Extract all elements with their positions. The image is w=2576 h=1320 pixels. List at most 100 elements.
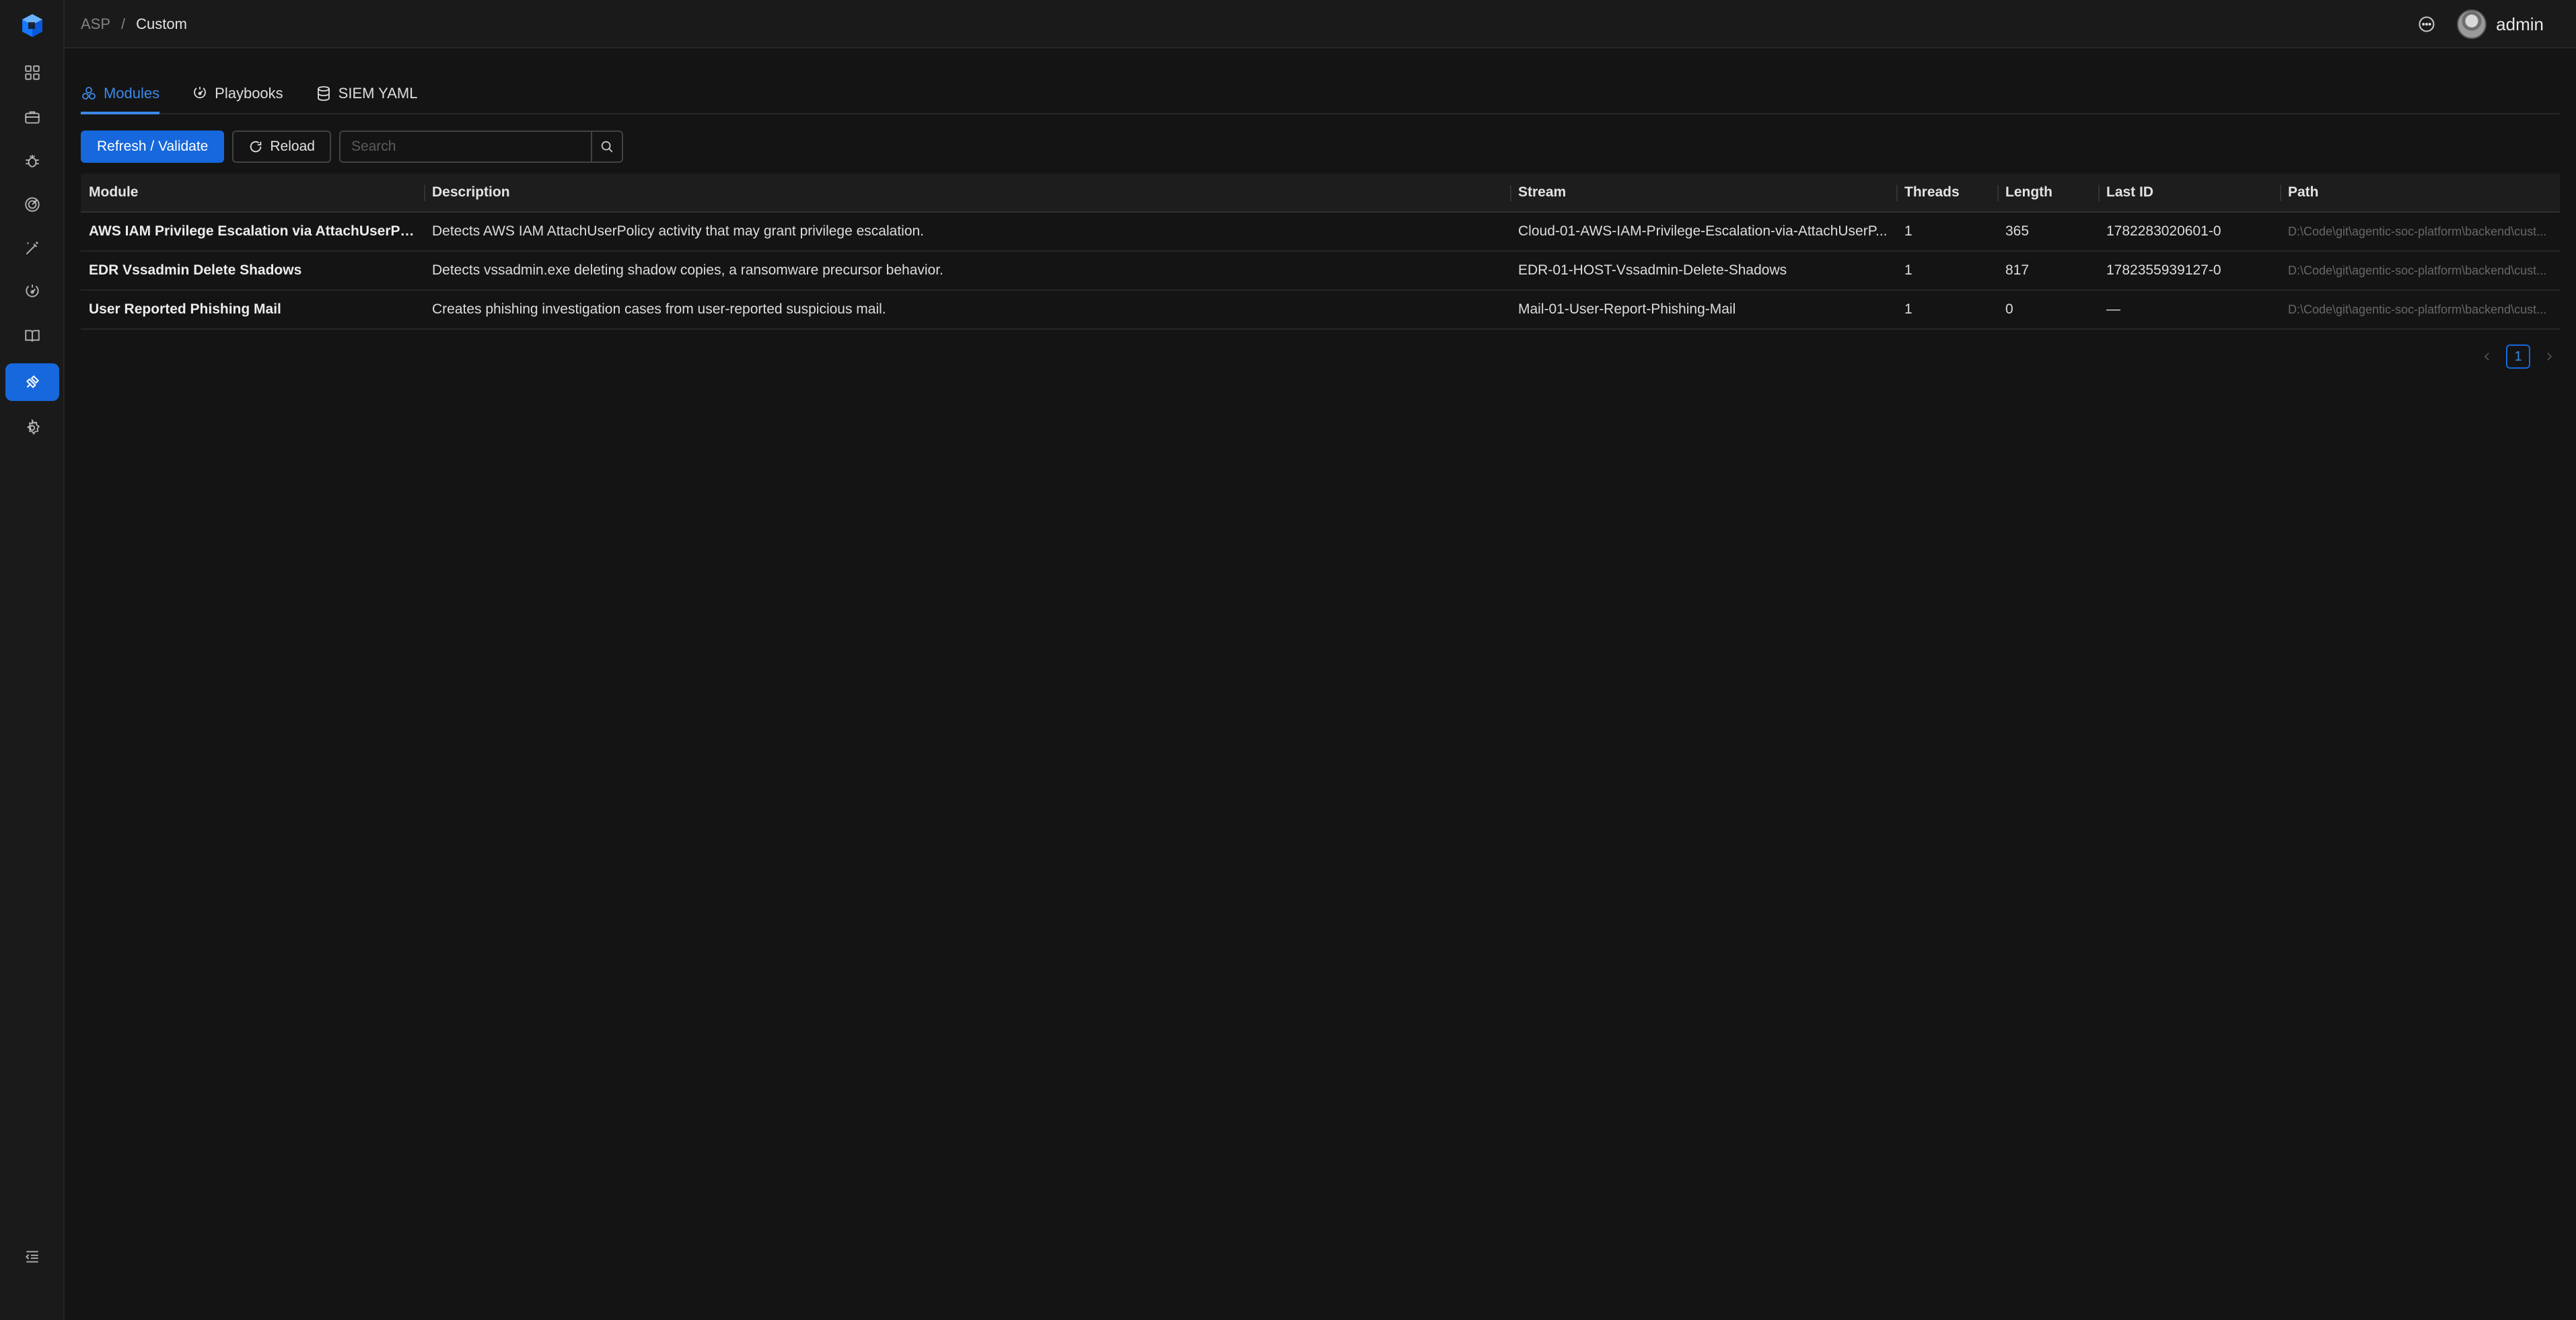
cell-path: D:\Code\git\agentic-soc-platform\backend… xyxy=(2280,213,2560,250)
reload-label: Reload xyxy=(270,139,315,154)
cell-stream: Cloud-01-AWS-IAM-Privilege-Escalation-vi… xyxy=(1510,213,1896,250)
module-stream: Mail-01-User-Report-Phishing-Mail xyxy=(1518,301,1736,317)
module-threads: 1 xyxy=(1904,301,1912,317)
cell-length: 365 xyxy=(1997,213,2098,250)
cell-stream: EDR-01-HOST-Vssadmin-Delete-Shadows xyxy=(1510,252,1896,289)
sidebar-item-settings[interactable] xyxy=(5,409,59,447)
cell-module: AWS IAM Privilege Escalation via AttachU… xyxy=(81,213,424,250)
module-threads: 1 xyxy=(1904,223,1912,239)
column-header-stream: Stream xyxy=(1510,174,1896,211)
tab-modules[interactable]: Modules xyxy=(81,74,160,114)
module-name: User Reported Phishing Mail xyxy=(89,301,281,317)
main-content: Modules Playbooks SIEM YAML Refresh / Va… xyxy=(65,48,2576,1320)
column-header-description: Description xyxy=(424,174,1510,211)
prev-page-button[interactable] xyxy=(2476,344,2498,369)
playbook-icon xyxy=(194,87,207,99)
database-icon xyxy=(317,86,330,101)
chevron-right-icon xyxy=(2547,353,2552,361)
module-name: AWS IAM Privilege Escalation via AttachU… xyxy=(89,223,416,239)
bug-icon xyxy=(26,155,39,168)
sidebar-item-alerts[interactable] xyxy=(5,142,59,180)
sidebar-item-cases[interactable] xyxy=(5,98,59,136)
module-length: 365 xyxy=(2005,223,2030,239)
module-length: 0 xyxy=(2005,301,2013,317)
header-actions: admin xyxy=(2417,0,2544,48)
module-length: 817 xyxy=(2005,262,2030,278)
cell-length: 0 xyxy=(1997,291,2098,328)
module-last-id: 1782355939127-0 xyxy=(2106,262,2221,278)
table-row[interactable]: User Reported Phishing Mail Creates phis… xyxy=(81,291,2560,330)
module-last-id: 1782283020601-0 xyxy=(2106,223,2221,239)
cell-description: Detects AWS IAM AttachUserPolicy activit… xyxy=(424,213,1510,250)
app-logo-icon[interactable] xyxy=(19,12,46,39)
reload-icon xyxy=(250,141,262,153)
sidebar-item-dashboard[interactable] xyxy=(5,54,59,91)
table-row[interactable]: EDR Vssadmin Delete Shadows Detects vssa… xyxy=(81,252,2560,291)
cell-path: D:\Code\git\agentic-soc-platform\backend… xyxy=(2280,252,2560,289)
menu-fold-icon xyxy=(25,1251,38,1263)
user-name: admin xyxy=(2496,13,2544,34)
user-menu[interactable]: admin xyxy=(2457,9,2544,39)
table-row[interactable]: AWS IAM Privilege Escalation via AttachU… xyxy=(81,213,2560,252)
pagination: 1 xyxy=(2476,343,2560,370)
module-description: Detects AWS IAM AttachUserPolicy activit… xyxy=(432,223,925,239)
sidebar-collapse-button[interactable] xyxy=(19,1245,46,1269)
search-icon xyxy=(601,141,613,153)
column-header-last-id: Last ID xyxy=(2098,174,2280,211)
sidebar-item-knowledge[interactable] xyxy=(5,317,59,355)
cell-last-id: — xyxy=(2098,291,2280,328)
module-name: EDR Vssadmin Delete Shadows xyxy=(89,262,302,278)
refresh-validate-button[interactable]: Refresh / Validate xyxy=(81,131,225,163)
breadcrumb-root[interactable]: ASP xyxy=(81,15,110,33)
message-icon[interactable] xyxy=(2417,14,2437,34)
cell-last-id: 1782283020601-0 xyxy=(2098,213,2280,250)
cell-threads: 1 xyxy=(1896,213,1997,250)
cell-description: Creates phishing investigation cases fro… xyxy=(424,291,1510,328)
module-threads: 1 xyxy=(1904,262,1912,278)
sidebar-item-radar[interactable] xyxy=(5,186,59,223)
cell-last-id: 1782355939127-0 xyxy=(2098,252,2280,289)
column-header-path: Path xyxy=(2280,174,2560,211)
module-last-id: — xyxy=(2106,301,2120,317)
sidebar-item-custom[interactable] xyxy=(5,363,59,401)
cell-path: D:\Code\git\agentic-soc-platform\backend… xyxy=(2280,291,2560,328)
magic-wand-icon xyxy=(26,242,38,255)
radar-icon xyxy=(25,197,40,212)
avatar xyxy=(2457,9,2487,39)
breadcrumb-current: Custom xyxy=(136,15,187,32)
modules-table: Module Description Stream Threads Length… xyxy=(81,174,2560,330)
search-button[interactable] xyxy=(590,131,623,163)
tab-label: SIEM YAML xyxy=(338,85,418,102)
table-header: Module Description Stream Threads Length… xyxy=(81,174,2560,213)
tab-siem-yaml[interactable]: SIEM YAML xyxy=(316,74,418,113)
cell-module: EDR Vssadmin Delete Shadows xyxy=(81,252,424,289)
search-input[interactable] xyxy=(338,131,591,163)
sidebar-item-playbooks[interactable] xyxy=(5,273,59,311)
modules-icon xyxy=(82,87,96,100)
breadcrumb-separator: / xyxy=(121,15,126,32)
cell-module: User Reported Phishing Mail xyxy=(81,291,424,328)
module-path: D:\Code\git\agentic-soc-platform\backend… xyxy=(2288,263,2547,277)
gear-icon xyxy=(26,419,40,435)
reload-button[interactable]: Reload xyxy=(232,131,331,163)
module-stream: EDR-01-HOST-Vssadmin-Delete-Shadows xyxy=(1518,262,1787,278)
dashboard-icon xyxy=(25,65,40,80)
page-number-current[interactable]: 1 xyxy=(2506,344,2530,369)
book-icon xyxy=(25,330,40,342)
sidebar-item-tools[interactable] xyxy=(5,229,59,267)
cell-threads: 1 xyxy=(1896,252,1997,289)
tab-label: Modules xyxy=(104,85,160,102)
column-header-length: Length xyxy=(1997,174,2098,211)
plugin-icon xyxy=(26,375,40,389)
top-header: ASP / Custom admin xyxy=(65,0,2576,48)
search-group xyxy=(338,131,623,163)
briefcase-icon xyxy=(25,111,40,124)
cell-description: Detects vssadmin.exe deleting shadow cop… xyxy=(424,252,1510,289)
next-page-button[interactable] xyxy=(2538,344,2560,369)
column-header-threads: Threads xyxy=(1896,174,1997,211)
tab-playbooks[interactable]: Playbooks xyxy=(192,74,283,113)
toolbar: Refresh / Validate Reload xyxy=(81,131,623,163)
cell-stream: Mail-01-User-Report-Phishing-Mail xyxy=(1510,291,1896,328)
tab-label: Playbooks xyxy=(215,85,283,102)
tab-bar: Modules Playbooks SIEM YAML xyxy=(81,74,2560,114)
